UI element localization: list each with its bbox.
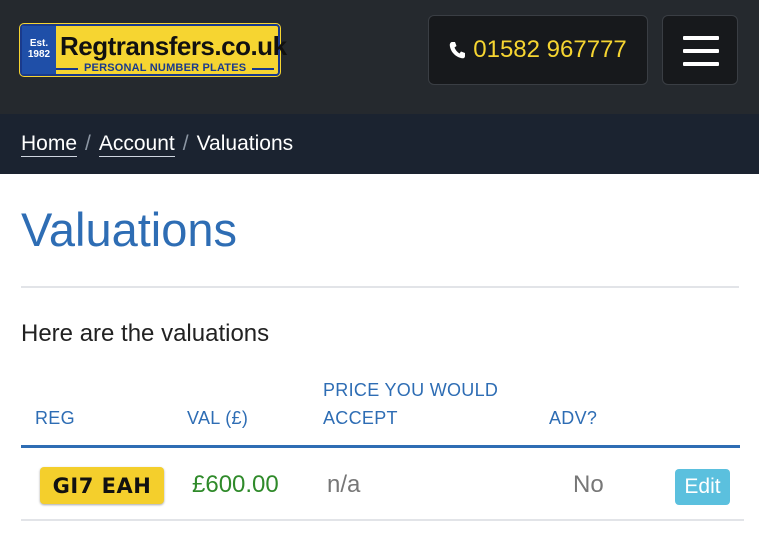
column-header-adv: ADV?	[549, 408, 598, 428]
intro-text: Here are the valuations	[21, 320, 270, 347]
logo-name: Regtransfers.co.uk	[60, 31, 287, 61]
edit-button[interactable]: Edit	[675, 469, 730, 505]
breadcrumb-account-link[interactable]: Account	[98, 132, 175, 157]
breadcrumb-current: Valuations	[196, 132, 294, 155]
hamburger-menu-icon	[683, 62, 719, 66]
site-header: Est. 1982 Regtransfers.co.uk PERSONAL NU…	[0, 0, 759, 114]
breadcrumb-separator: /	[85, 132, 91, 155]
phone-icon	[450, 42, 466, 59]
table-header-divider	[21, 445, 740, 448]
phone-number: 01582 967777	[473, 36, 627, 63]
title-divider	[21, 286, 739, 288]
advertised-status: No	[573, 471, 604, 498]
column-header-val: VAL (£)	[187, 408, 249, 428]
logo-established-badge: Est. 1982	[22, 26, 56, 74]
breadcrumb-home-link[interactable]: Home	[21, 132, 78, 157]
registration-plate: GI7 EAH	[40, 467, 164, 504]
row-divider	[21, 519, 744, 521]
breadcrumb-separator: /	[182, 132, 189, 155]
column-header-price: PRICE YOU WOULD ACCEPT	[323, 380, 499, 428]
accept-price: n/a	[327, 471, 361, 498]
logo-tagline: PERSONAL NUMBER PLATES	[55, 62, 275, 74]
hamburger-menu-icon	[683, 49, 719, 53]
breadcrumb: Home / Account / Valuations	[0, 114, 759, 174]
column-header-reg: REG	[35, 408, 75, 428]
page-title: Valuations	[21, 203, 237, 256]
phone-button[interactable]: 01582 967777	[428, 15, 648, 85]
hamburger-menu-icon	[683, 36, 719, 40]
site-logo[interactable]: Est. 1982 Regtransfers.co.uk PERSONAL NU…	[20, 24, 287, 76]
menu-button[interactable]	[662, 15, 738, 85]
valuation-amount: £600.00	[192, 471, 279, 498]
